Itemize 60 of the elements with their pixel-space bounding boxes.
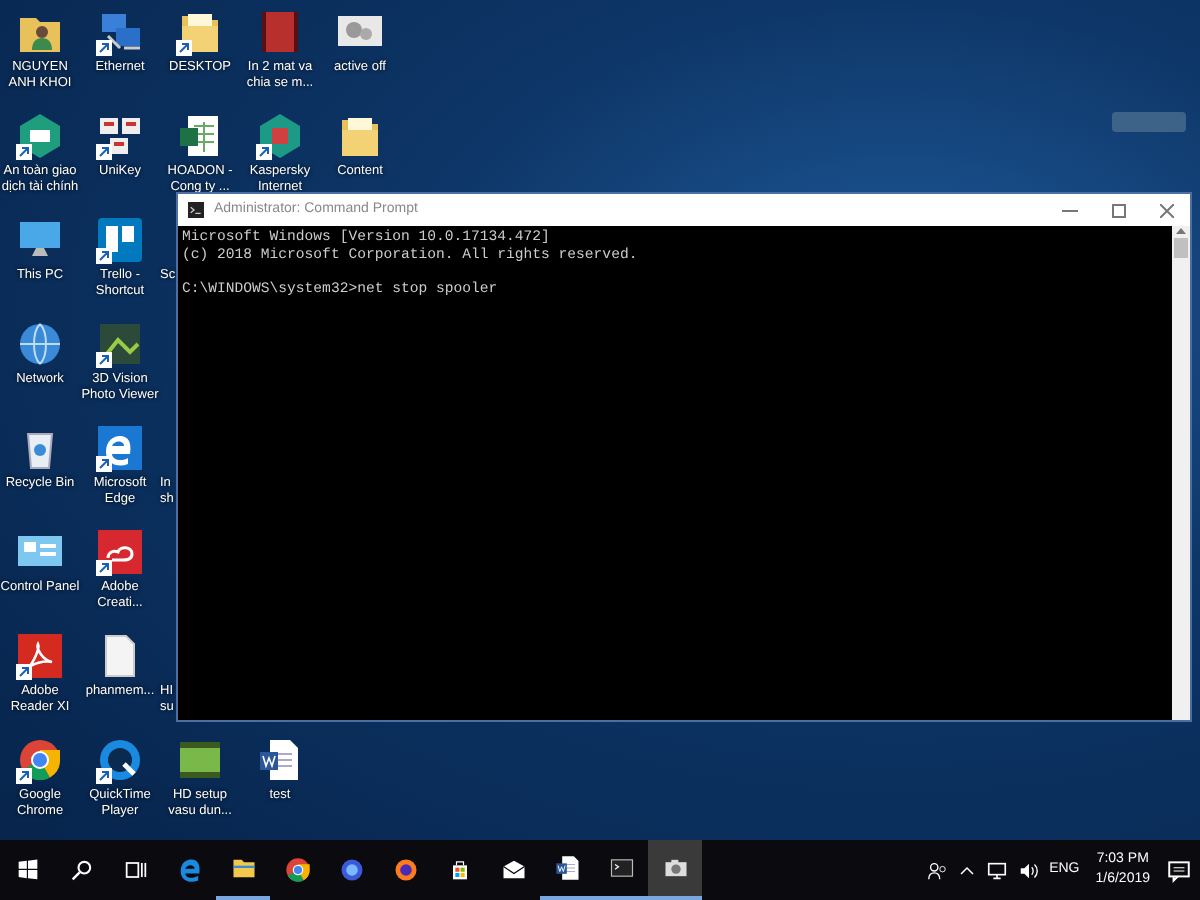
spreadsheet-icon [176,112,224,160]
pdf-reader-icon [16,632,64,680]
chevron-up-icon [957,861,976,879]
board-icon [96,216,144,264]
network-icon [985,859,1008,881]
taskbar-button[interactable] [648,840,702,900]
word-document-icon [256,736,304,784]
keyboard-keys-icon [96,112,144,160]
scrollbar[interactable] [1172,226,1190,720]
chrome-icon [283,856,311,884]
terminal-icon [607,854,635,882]
desktop-icon[interactable] [176,112,224,160]
firefox-icon [337,856,365,884]
volume-icon [1017,859,1040,881]
envelope-icon [499,856,527,884]
desktop-icon[interactable] [176,8,224,56]
desktop-icon[interactable] [16,736,64,784]
desktop-icon[interactable] [96,320,144,368]
chrome-icon [16,736,64,784]
close-icon [1159,203,1173,217]
blurred-label-box [1112,112,1186,132]
desktop-icon[interactable] [96,8,144,56]
word-document-icon [553,854,581,882]
video-file-icon [176,736,224,784]
desktop-icon[interactable] [336,112,384,160]
desktop-icon[interactable] [96,424,144,472]
folder-icon [336,112,384,160]
maximize-icon [1111,203,1125,217]
firefox-icon [391,856,419,884]
desktop-icon[interactable] [96,216,144,264]
desktop-icon[interactable] [96,736,144,784]
desktop-icon[interactable] [96,528,144,576]
globe-icon [16,320,64,368]
folder-icon [176,8,224,56]
desktop-icon[interactable] [16,320,64,368]
desktop-icon[interactable] [16,112,64,160]
desktop-icon[interactable] [176,736,224,784]
desktop-icon[interactable] [16,632,64,680]
desktop-icon[interactable] [256,112,304,160]
computer-network-icon [96,8,144,56]
hexagon-app-icon [256,112,304,160]
creative-cloud-icon [96,528,144,576]
photo-viewer-icon [96,320,144,368]
scroll-thumb[interactable] [1174,238,1188,258]
hexagon-app-icon [16,112,64,160]
terminal-icon [186,202,206,218]
desktop-icon[interactable] [96,112,144,160]
quicktime-icon [96,736,144,784]
windows-logo-icon [13,856,41,884]
notifications-icon [1166,857,1192,883]
minimize-icon [1062,209,1078,211]
browser-e-icon [96,424,144,472]
video-file-icon [256,8,304,56]
browser-e-icon [175,856,203,884]
folder-icon [229,854,257,882]
desktop-icon[interactable] [256,736,304,784]
search-icon [67,856,95,884]
task-view-icon [121,856,149,884]
people-icon [925,859,948,881]
camera-icon [661,854,689,882]
